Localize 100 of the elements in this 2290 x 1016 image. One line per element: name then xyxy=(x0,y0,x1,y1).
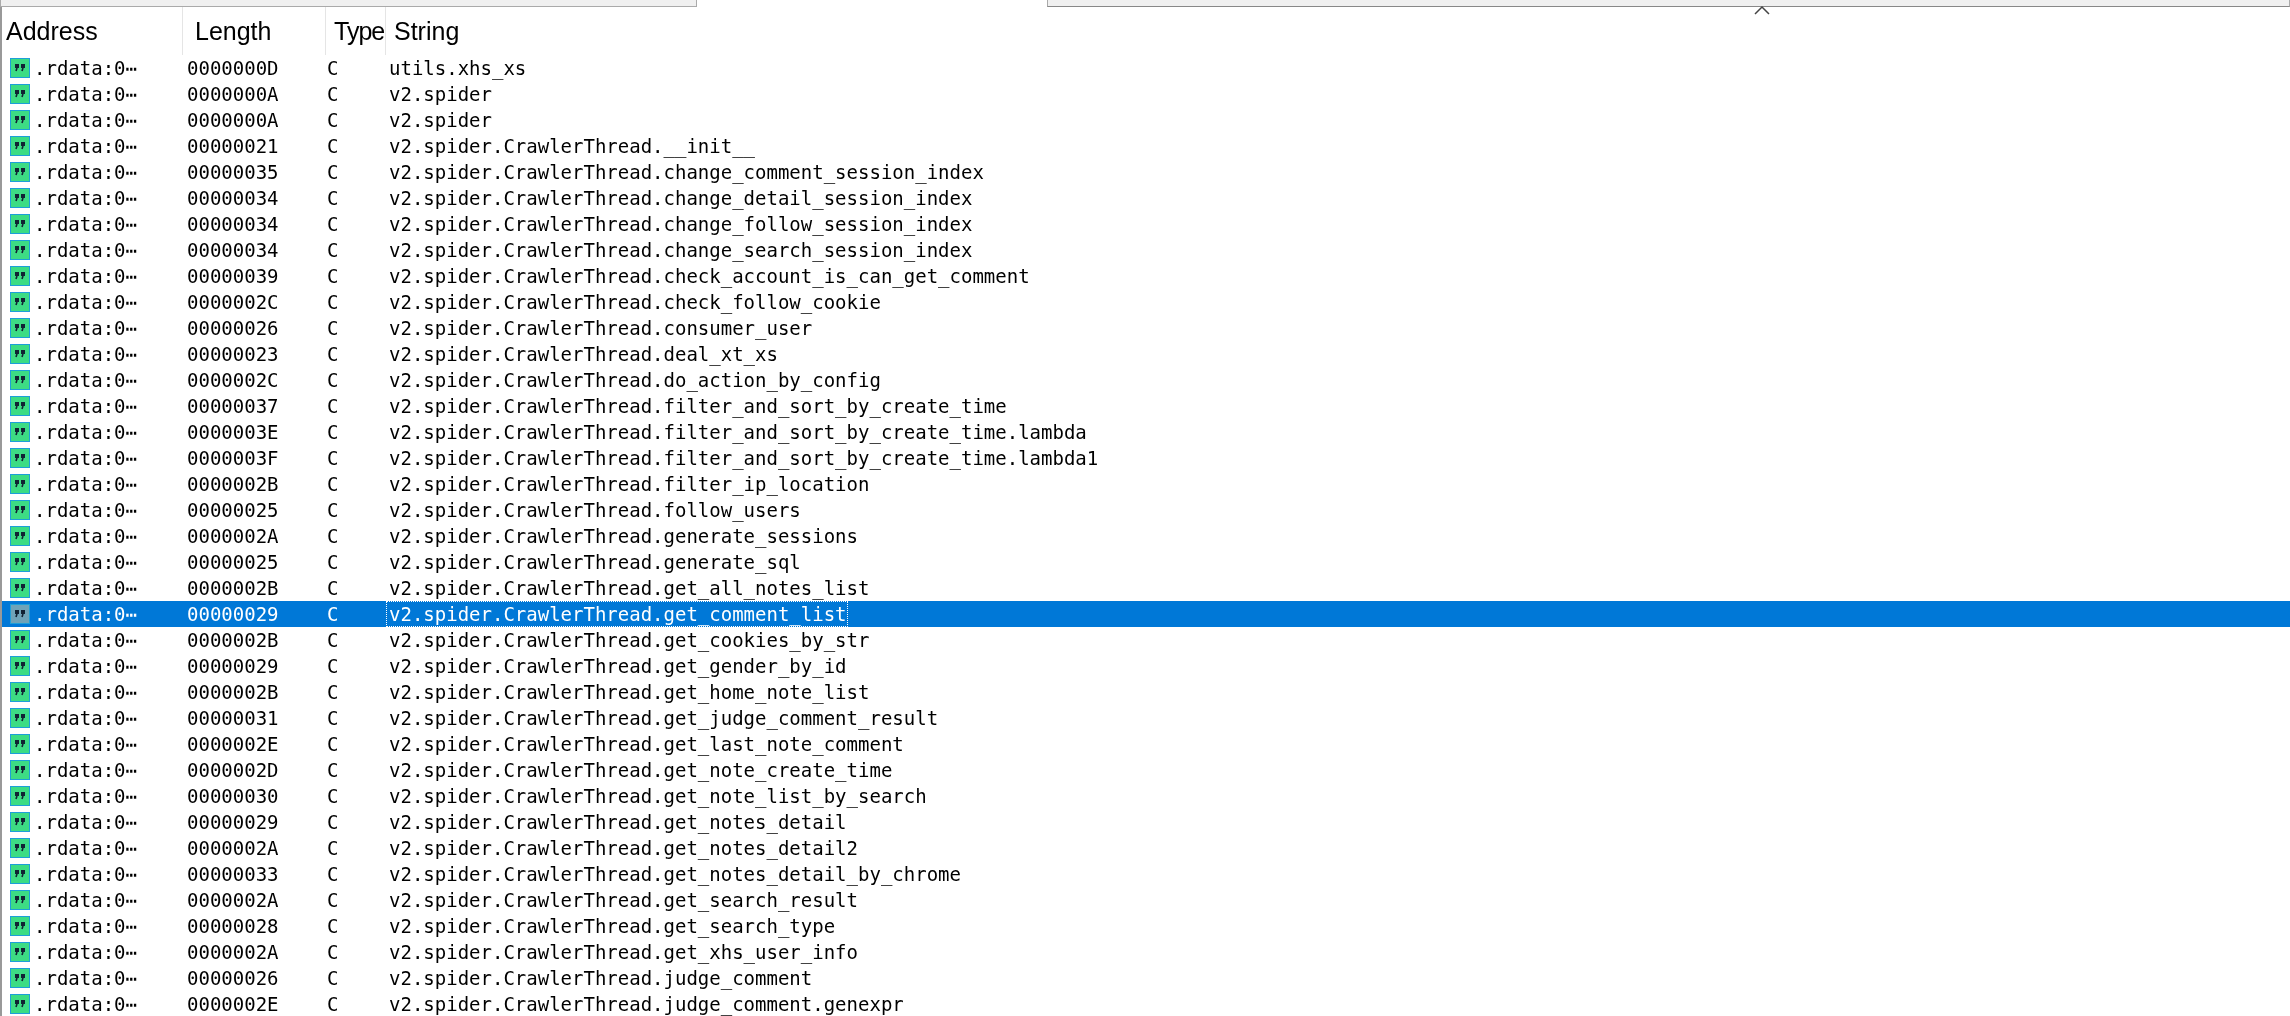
quote-icon xyxy=(10,786,30,806)
table-cell-text: v2.spider.CrawlerThread.get_all_notes_list xyxy=(388,576,870,600)
table-row[interactable]: .rdata:0⋯ 00000034 C v2.spider.CrawlerThread.change_search_session_index xyxy=(2,237,2290,263)
quote-icon xyxy=(10,448,30,468)
table-cell-text: C xyxy=(327,888,340,912)
table-row[interactable]: .rdata:0⋯ 00000030 C v2.spider.CrawlerThread.get_note_list_by_search xyxy=(2,783,2290,809)
table-row[interactable]: .rdata:0⋯ 00000034 C v2.spider.CrawlerThread.change_detail_session_index xyxy=(2,185,2290,211)
table-cell-text: C xyxy=(327,602,340,626)
quote-icon xyxy=(10,266,30,286)
column-header[interactable]: Type xyxy=(326,7,386,55)
table-cell-text: C xyxy=(327,264,340,288)
table-row[interactable]: .rdata:0⋯ 0000002E C v2.spider.CrawlerThread.judge_comment.genexpr xyxy=(2,991,2290,1016)
table-row[interactable]: .rdata:0⋯ 00000025 C v2.spider.CrawlerThread.follow_users xyxy=(2,497,2290,523)
table-row[interactable]: .rdata:0⋯ 00000026 C v2.spider.CrawlerThread.judge_comment xyxy=(2,965,2290,991)
table-cell-text: C xyxy=(327,238,340,262)
table-row[interactable]: .rdata:0⋯ 00000034 C v2.spider.CrawlerThread.change_follow_session_index xyxy=(2,211,2290,237)
table-cell-text: .rdata:0⋯ xyxy=(33,134,138,158)
table-row[interactable]: .rdata:0⋯ 0000002B C v2.spider.CrawlerThread.get_home_note_list xyxy=(2,679,2290,705)
table-cell-text: 00000034 xyxy=(187,212,280,236)
table-cell-text: 00000021 xyxy=(187,134,280,158)
quote-icon xyxy=(10,708,30,728)
table-row[interactable]: .rdata:0⋯ 0000002A C v2.spider.CrawlerThread.get_search_result xyxy=(2,887,2290,913)
table-row[interactable]: .rdata:0⋯ 0000002A C v2.spider.CrawlerThread.get_xhs_user_info xyxy=(2,939,2290,965)
table-cell-text: .rdata:0⋯ xyxy=(33,732,138,756)
table-cell-text: .rdata:0⋯ xyxy=(33,342,138,366)
table-row[interactable]: .rdata:0⋯ 0000002A C v2.spider.CrawlerThread.generate_sessions xyxy=(2,523,2290,549)
table-row[interactable]: .rdata:0⋯ 0000002B C v2.spider.CrawlerThread.get_all_notes_list xyxy=(2,575,2290,601)
table-cell-text: v2.spider.CrawlerThread.check_follow_cookie xyxy=(388,290,881,314)
quote-icon xyxy=(10,734,30,754)
table-row[interactable]: .rdata:0⋯ 0000000A C v2.spider xyxy=(2,81,2290,107)
table-row[interactable]: .rdata:0⋯ 00000033 C v2.spider.CrawlerThread.get_notes_detail_by_chrome xyxy=(2,861,2290,887)
table-row[interactable]: .rdata:0⋯ 00000029 C v2.spider.CrawlerThread.get_comment_list xyxy=(2,601,2290,627)
table-cell-text: .rdata:0⋯ xyxy=(33,472,138,496)
table-cell-text: C xyxy=(327,836,340,860)
table-row[interactable]: .rdata:0⋯ 0000002E C v2.spider.CrawlerThread.get_last_note_comment xyxy=(2,731,2290,757)
quote-icon xyxy=(10,58,30,78)
table-cell-text: .rdata:0⋯ xyxy=(33,290,138,314)
table-cell-text: 0000002C xyxy=(187,290,280,314)
table-row[interactable]: .rdata:0⋯ 0000002B C v2.spider.CrawlerThread.filter_ip_location xyxy=(2,471,2290,497)
table-cell-text: C xyxy=(327,576,340,600)
table-cell-text: C xyxy=(327,784,340,808)
table-row[interactable]: .rdata:0⋯ 00000039 C v2.spider.CrawlerThread.check_account_is_can_get_comment xyxy=(2,263,2290,289)
table-cell-text: 00000034 xyxy=(187,238,280,262)
table-row[interactable]: .rdata:0⋯ 0000002C C v2.spider.CrawlerThread.do_action_by_config xyxy=(2,367,2290,393)
table-row[interactable]: .rdata:0⋯ 0000000D C utils.xhs_xs xyxy=(2,55,2290,81)
table-row[interactable]: .rdata:0⋯ 0000002C C v2.spider.CrawlerThread.check_follow_cookie xyxy=(2,289,2290,315)
quote-icon xyxy=(10,656,30,676)
table-cell-text: 00000030 xyxy=(187,784,280,808)
quote-icon xyxy=(10,604,30,624)
table-row[interactable]: .rdata:0⋯ 0000002D C v2.spider.CrawlerThread.get_note_create_time xyxy=(2,757,2290,783)
table-cell-text: v2.spider xyxy=(388,82,492,106)
table-row[interactable]: .rdata:0⋯ 00000037 C v2.spider.CrawlerThread.filter_and_sort_by_create_time xyxy=(2,393,2290,419)
table-cell-text: v2.spider.CrawlerThread.get_note_create_time xyxy=(388,758,893,782)
table-cell-text: 0000002B xyxy=(187,680,280,704)
table-cell-text: v2.spider.CrawlerThread.judge_comment xyxy=(388,966,813,990)
table-row[interactable]: .rdata:0⋯ 00000026 C v2.spider.CrawlerThread.consumer_user xyxy=(2,315,2290,341)
table-row[interactable]: .rdata:0⋯ 00000029 C v2.spider.CrawlerThread.get_gender_by_id xyxy=(2,653,2290,679)
table-cell-text: .rdata:0⋯ xyxy=(33,238,138,262)
quote-icon xyxy=(10,292,30,312)
column-header[interactable]: String xyxy=(386,7,2290,55)
table-cell-text: .rdata:0⋯ xyxy=(33,862,138,886)
column-header[interactable]: Address xyxy=(2,7,183,55)
table-row[interactable]: .rdata:0⋯ 00000035 C v2.spider.CrawlerThread.change_comment_session_index xyxy=(2,159,2290,185)
sort-caret-icon[interactable] xyxy=(1754,5,1770,15)
table-cell-text: .rdata:0⋯ xyxy=(33,186,138,210)
table-cell-text: .rdata:0⋯ xyxy=(33,966,138,990)
table-cell-text: v2.spider.CrawlerThread.filter_ip_location xyxy=(388,472,870,496)
table-cell-text: .rdata:0⋯ xyxy=(33,56,138,80)
quote-icon xyxy=(10,188,30,208)
table-row[interactable]: .rdata:0⋯ 00000025 C v2.spider.CrawlerThread.generate_sql xyxy=(2,549,2290,575)
table-row[interactable]: .rdata:0⋯ 00000031 C v2.spider.CrawlerThread.get_judge_comment_result xyxy=(2,705,2290,731)
table-cell-text: v2.spider.CrawlerThread.check_account_is_can_get_comment xyxy=(388,264,1030,288)
column-header[interactable]: Length xyxy=(183,7,326,55)
table-row[interactable]: .rdata:0⋯ 00000023 C v2.spider.CrawlerThread.deal_xt_xs xyxy=(2,341,2290,367)
table-cell-text: v2.spider.CrawlerThread.get_last_note_comment xyxy=(388,732,904,756)
table-cell-text: C xyxy=(327,134,340,158)
table-cell-text: v2.spider.CrawlerThread.judge_comment.genexpr xyxy=(388,992,904,1016)
table-cell-text: C xyxy=(327,446,340,470)
table-row[interactable]: .rdata:0⋯ 0000003E C v2.spider.CrawlerThread.filter_and_sort_by_create_time.lambda xyxy=(2,419,2290,445)
table-cell-text: .rdata:0⋯ xyxy=(33,992,138,1016)
table-cell-text: C xyxy=(327,992,340,1016)
table-row[interactable]: .rdata:0⋯ 0000002B C v2.spider.CrawlerThread.get_cookies_by_str xyxy=(2,627,2290,653)
table-row[interactable]: .rdata:0⋯ 0000000A C v2.spider xyxy=(2,107,2290,133)
table-cell-text: .rdata:0⋯ xyxy=(33,498,138,522)
table-cell-text: 0000000A xyxy=(187,108,280,132)
quote-icon xyxy=(10,526,30,546)
table-row[interactable]: .rdata:0⋯ 00000021 C v2.spider.CrawlerThread.__init__ xyxy=(2,133,2290,159)
table-row[interactable]: .rdata:0⋯ 00000029 C v2.spider.CrawlerThread.get_notes_detail xyxy=(2,809,2290,835)
table-cell-text: 0000002D xyxy=(187,758,280,782)
table-cell-text: C xyxy=(327,82,340,106)
table-row[interactable]: .rdata:0⋯ 0000003F C v2.spider.CrawlerThread.filter_and_sort_by_create_time.lambda1 xyxy=(2,445,2290,471)
quote-icon xyxy=(10,396,30,416)
table-row[interactable]: .rdata:0⋯ 0000002A C v2.spider.CrawlerThread.get_notes_detail2 xyxy=(2,835,2290,861)
table-cell-text: C xyxy=(327,862,340,886)
table-cell-text: C xyxy=(327,758,340,782)
table-row[interactable]: .rdata:0⋯ 00000028 C v2.spider.CrawlerThread.get_search_type xyxy=(2,913,2290,939)
table-cell-text: C xyxy=(327,108,340,132)
table-cell-text: v2.spider.CrawlerThread.deal_xt_xs xyxy=(388,342,778,366)
table-cell-text: 0000002A xyxy=(187,888,280,912)
table-cell-text: v2.spider.CrawlerThread.change_comment_session_index xyxy=(388,160,984,184)
